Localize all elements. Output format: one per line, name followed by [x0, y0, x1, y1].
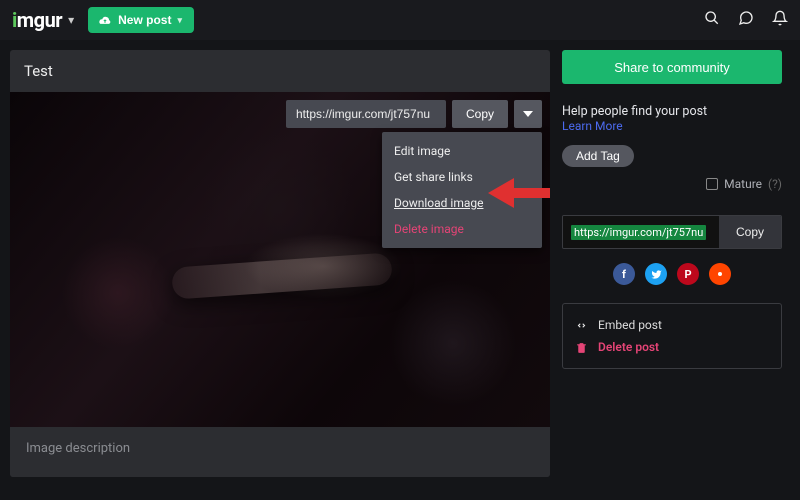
- chevron-down-icon: ▾: [177, 15, 182, 26]
- twitter-share-icon[interactable]: [645, 263, 667, 285]
- help-section: Help people find your post Learn More: [562, 104, 782, 133]
- menu-edit-image[interactable]: Edit image: [382, 138, 542, 164]
- main-content: Test Copy Edit image Get share links Dow…: [0, 40, 800, 487]
- menu-share-links[interactable]: Get share links: [382, 164, 542, 190]
- share-url-text: https://imgur.com/jt757nu: [571, 225, 706, 240]
- menu-download-image[interactable]: Download image: [382, 190, 542, 216]
- delete-post-button[interactable]: Delete post: [575, 336, 769, 358]
- chat-icon[interactable]: [738, 10, 754, 30]
- copy-url-button[interactable]: Copy: [452, 100, 508, 128]
- cloud-upload-icon: [98, 15, 112, 25]
- post-title[interactable]: Test: [10, 50, 550, 92]
- post-tools-box: Embed post Delete post: [562, 303, 782, 369]
- top-nav: imgur ▾ New post ▾: [0, 0, 800, 40]
- logo-chevron-icon[interactable]: ▾: [68, 13, 74, 27]
- menu-delete-image[interactable]: Delete image: [382, 216, 542, 242]
- share-community-button[interactable]: Share to community: [562, 50, 782, 84]
- image-action-bar: Copy: [286, 100, 542, 128]
- image-actions-dropdown-button[interactable]: [514, 100, 542, 128]
- mature-help-icon[interactable]: (?): [768, 177, 782, 191]
- mature-checkbox[interactable]: [706, 178, 718, 190]
- help-title: Help people find your post: [562, 104, 782, 119]
- reddit-share-icon[interactable]: [709, 263, 731, 285]
- embed-post-label: Embed post: [598, 318, 662, 332]
- image-actions-menu: Edit image Get share links Download imag…: [382, 132, 542, 248]
- post-area: Test Copy Edit image Get share links Dow…: [10, 50, 550, 477]
- add-tag-button[interactable]: Add Tag: [562, 145, 634, 167]
- post-image[interactable]: Copy Edit image Get share links Download…: [10, 92, 550, 427]
- image-url-input[interactable]: [286, 100, 446, 128]
- image-description-input[interactable]: Image description: [10, 427, 550, 477]
- share-url-copy-button[interactable]: Copy: [719, 216, 781, 248]
- pinterest-share-icon[interactable]: P: [677, 263, 699, 285]
- facebook-share-icon[interactable]: f: [613, 263, 635, 285]
- mature-label[interactable]: Mature: [724, 177, 762, 191]
- post-box: Test Copy Edit image Get share links Dow…: [10, 50, 550, 477]
- learn-more-link[interactable]: Learn More: [562, 119, 782, 133]
- delete-post-label: Delete post: [598, 340, 659, 354]
- social-share-row: f P: [562, 263, 782, 285]
- mature-row: Mature (?): [562, 177, 782, 191]
- share-url-row: https://imgur.com/jt757nu Copy: [562, 215, 782, 249]
- embed-post-button[interactable]: Embed post: [575, 314, 769, 336]
- search-icon[interactable]: [704, 10, 720, 30]
- new-post-button[interactable]: New post ▾: [88, 7, 194, 33]
- sidebar: Share to community Help people find your…: [562, 50, 782, 477]
- new-post-label: New post: [118, 13, 171, 27]
- bell-icon[interactable]: [772, 10, 788, 30]
- logo[interactable]: imgur: [12, 8, 62, 32]
- share-url-field[interactable]: https://imgur.com/jt757nu: [563, 216, 719, 248]
